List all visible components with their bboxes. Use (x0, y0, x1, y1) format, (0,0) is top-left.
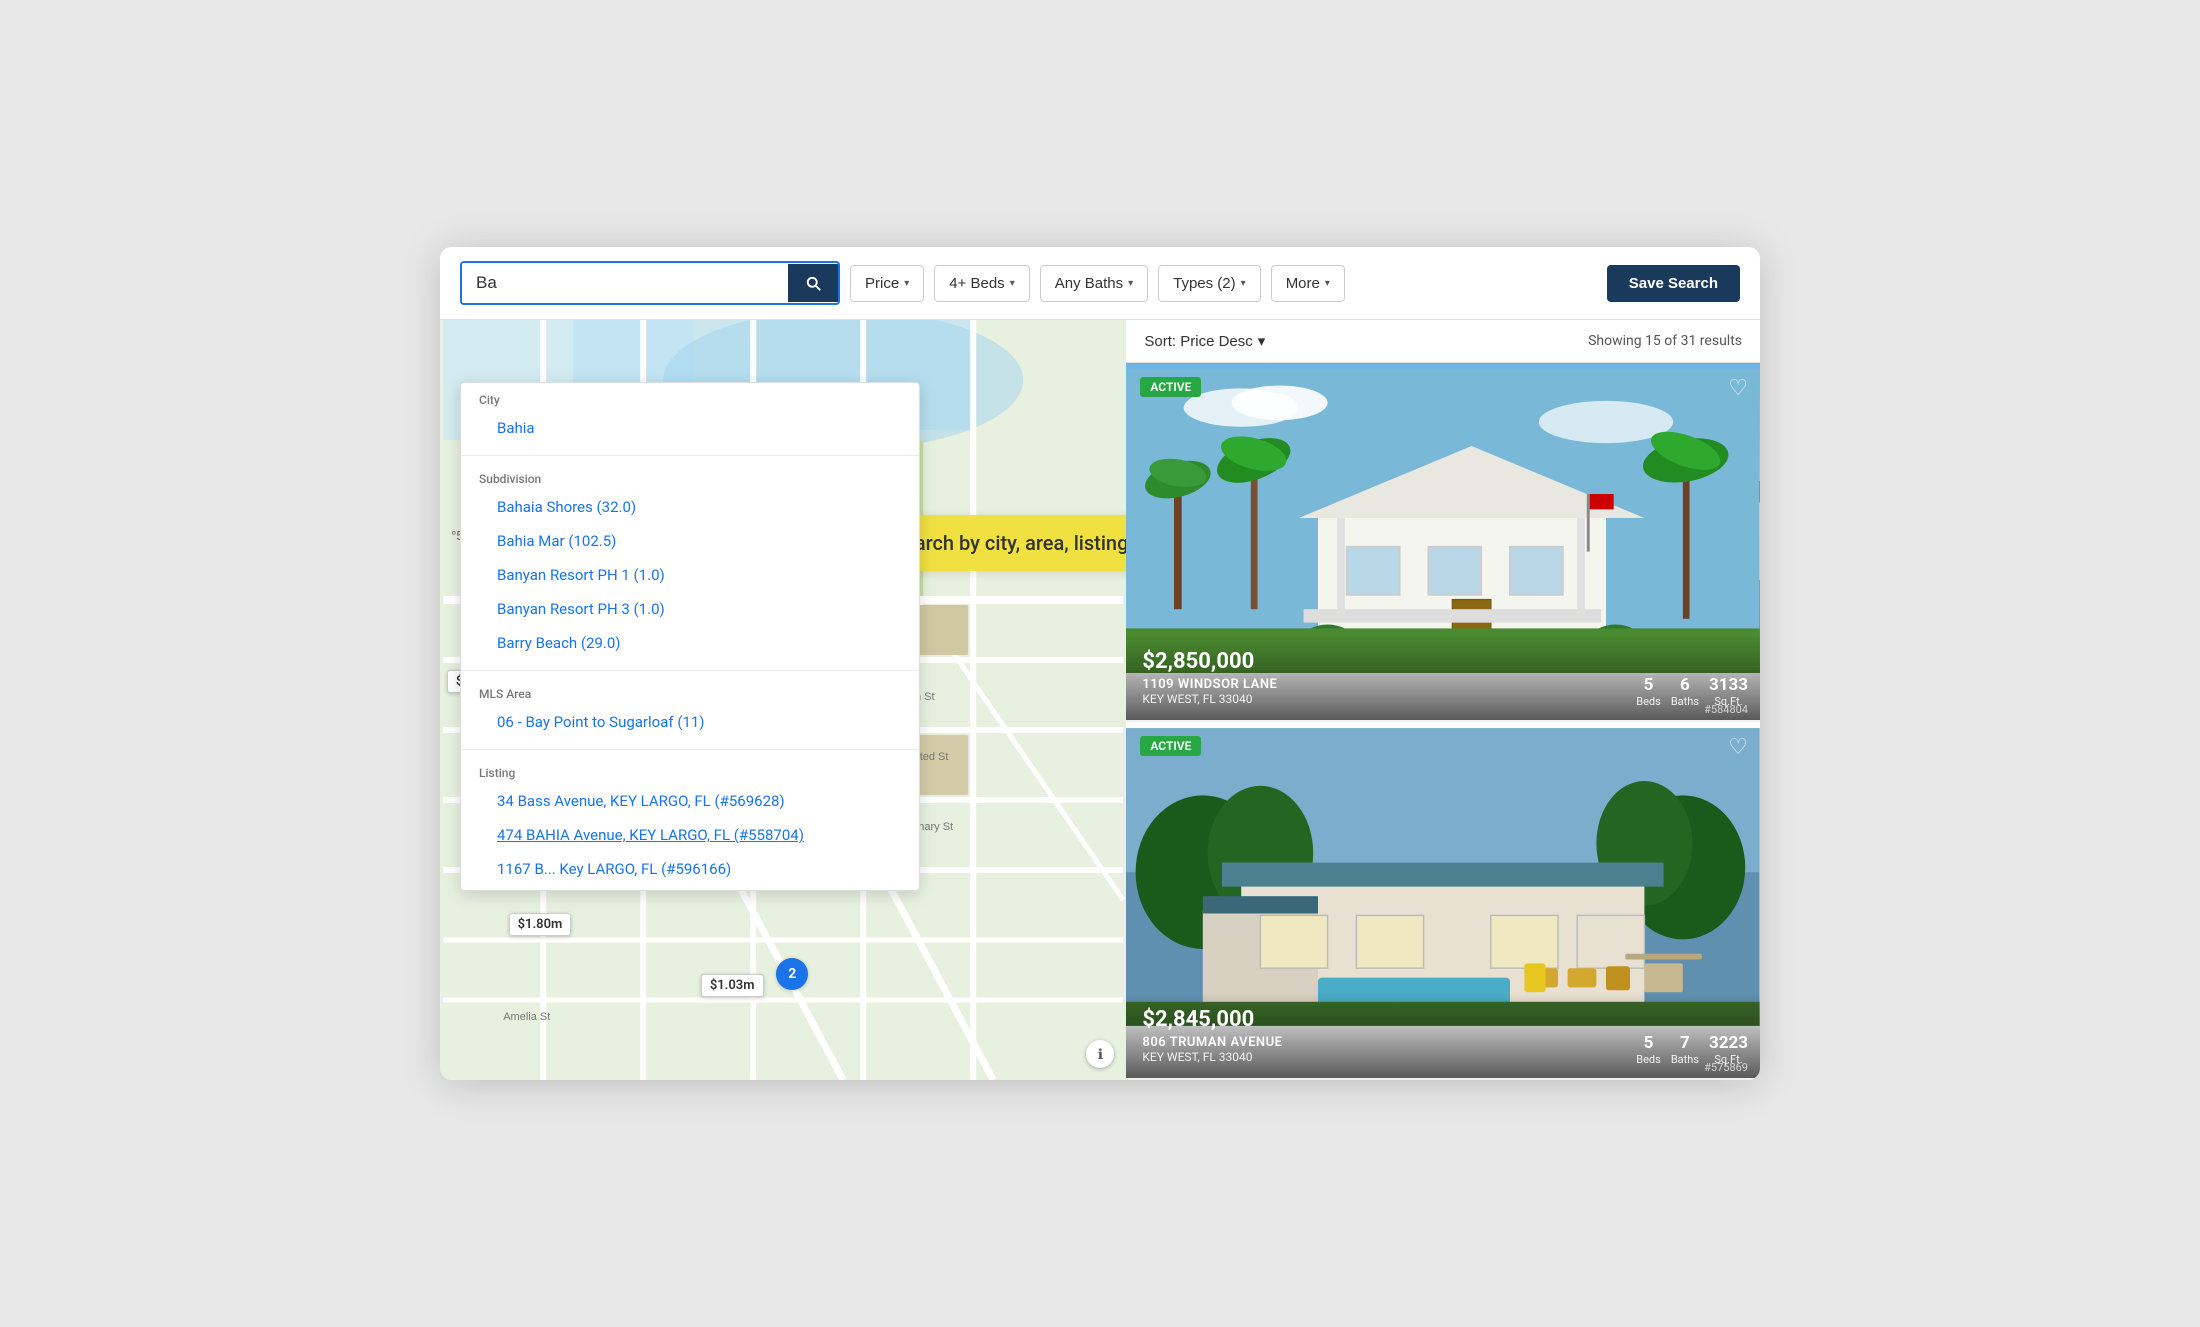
more-filter-label: More (1286, 275, 1320, 292)
divider-3 (461, 749, 919, 750)
beds-value-2: 5 (1636, 1035, 1661, 1052)
search-input[interactable] (462, 263, 788, 303)
subdivision-section-label: Subdivision (479, 472, 901, 486)
app-container: Price ▾ 4+ Beds ▾ Any Baths ▾ Types (2) … (440, 247, 1760, 1080)
beds-chevron-icon: ▾ (1010, 278, 1015, 289)
baths-chevron-icon: ▾ (1128, 278, 1133, 289)
autocomplete-item-bahaia-shores[interactable]: Bahaia Shores (32.0) (479, 490, 901, 524)
baths-stat-2: 7 Baths (1671, 1035, 1699, 1066)
price-filter-button[interactable]: Price ▾ (850, 265, 924, 302)
baths-stat-1: 6 Baths (1671, 677, 1699, 708)
listings-grid: ACTIVE ♡ $2,850,000 1109 WINDSOR LANE KE… (1126, 363, 1760, 1080)
price-filter-label: Price (865, 275, 899, 292)
baths-filter-button[interactable]: Any Baths ▾ (1040, 265, 1148, 302)
autocomplete-item-bahia-mar[interactable]: Bahia Mar (102.5) (479, 524, 901, 558)
autocomplete-item-474-bahia[interactable]: 474 BAHIA Avenue, KEY LARGO, FL (#558704… (479, 818, 901, 852)
listing-mls-1: #584804 (1704, 703, 1748, 716)
autocomplete-item-bahia[interactable]: Bahia (479, 411, 901, 445)
sqft-value-2: 3223 (1709, 1035, 1748, 1052)
beds-filter-label: 4+ Beds (949, 275, 1004, 292)
beds-filter-button[interactable]: 4+ Beds ▾ (934, 265, 1030, 302)
types-filter-label: Types (2) (1173, 275, 1236, 292)
listing-price-2: $2,845,000 (1142, 1007, 1744, 1032)
listing-section: Listing 34 Bass Avenue, KEY LARGO, FL (#… (461, 756, 919, 890)
listing-mls-2: #575869 (1704, 1061, 1748, 1074)
beds-stat-1: 5 Beds (1636, 677, 1661, 708)
favorite-button-1[interactable]: ♡ (1728, 375, 1748, 401)
listing-photo-2 (1126, 722, 1760, 1032)
autocomplete-item-1167[interactable]: 1167 B... Key LARGO, FL (#596166) (479, 852, 901, 886)
autocomplete-item-mls-06[interactable]: 06 - Bay Point to Sugarloaf (11) (479, 705, 901, 739)
subdivision-section: Subdivision Bahaia Shores (32.0) Bahia M… (461, 462, 919, 664)
city-section: City Bahia (461, 383, 919, 449)
listing-card-2[interactable]: ACTIVE ♡ $2,845,000 806 TRUMAN AVENUE KE… (1126, 722, 1760, 1081)
results-header: Sort: Price Desc ▾ Showing 15 of 31 resu… (1126, 320, 1760, 363)
search-icon (804, 274, 822, 292)
city-section-label: City (479, 393, 901, 407)
map-marker-103m[interactable]: $1.03m (701, 974, 764, 997)
active-badge-1: ACTIVE (1140, 377, 1201, 397)
autocomplete-item-banyan-ph1[interactable]: Banyan Resort PH 1 (1.0) (479, 558, 901, 592)
baths-value-1: 6 (1671, 677, 1699, 694)
autocomplete-dropdown: City Bahia Subdivision Bahaia Shores (32… (460, 382, 920, 891)
listing-photo-1 (1126, 363, 1760, 673)
sort-button[interactable]: Sort: Price Desc ▾ (1144, 332, 1265, 350)
beds-stat-2: 5 Beds (1636, 1035, 1661, 1066)
baths-label-2: Baths (1671, 1053, 1699, 1066)
beds-value-1: 5 (1636, 677, 1661, 694)
active-badge-2: ACTIVE (1140, 736, 1201, 756)
main-content: Horac Middle Duncan St United St Seminar… (440, 320, 1760, 1080)
results-panel: Sort: Price Desc ▾ Showing 15 of 31 resu… (1126, 320, 1760, 1080)
baths-value-2: 7 (1671, 1035, 1699, 1052)
baths-filter-label: Any Baths (1055, 275, 1123, 292)
favorite-button-2[interactable]: ♡ (1728, 734, 1748, 760)
svg-text:Amelia St: Amelia St (503, 1011, 550, 1023)
beds-label-2: Beds (1636, 1053, 1661, 1066)
more-chevron-icon: ▾ (1325, 278, 1330, 289)
divider-1 (461, 455, 919, 456)
mls-section: MLS Area 06 - Bay Point to Sugarloaf (11… (461, 677, 919, 743)
types-filter-button[interactable]: Types (2) ▾ (1158, 265, 1261, 302)
price-chevron-icon: ▾ (904, 278, 909, 289)
save-search-button[interactable]: Save Search (1607, 265, 1740, 302)
sort-label: Sort: Price Desc (1144, 333, 1252, 350)
listing-photo-svg-2 (1126, 722, 1760, 1032)
more-filter-button[interactable]: More ▾ (1271, 265, 1345, 302)
mls-section-label: MLS Area (479, 687, 901, 701)
listing-photo-svg-1 (1126, 363, 1760, 673)
divider-2 (461, 670, 919, 671)
baths-label-1: Baths (1671, 695, 1699, 708)
types-chevron-icon: ▾ (1241, 278, 1246, 289)
sort-chevron-icon: ▾ (1258, 332, 1266, 350)
autocomplete-item-banyan-ph3[interactable]: Banyan Resort PH 3 (1.0) (479, 592, 901, 626)
listing-card-1[interactable]: ACTIVE ♡ $2,850,000 1109 WINDSOR LANE KE… (1126, 363, 1760, 722)
header: Price ▾ 4+ Beds ▾ Any Baths ▾ Types (2) … (440, 247, 1760, 320)
map-area[interactable]: Horac Middle Duncan St United St Seminar… (440, 320, 1126, 1080)
sqft-value-1: 3133 (1709, 677, 1748, 694)
autocomplete-item-barry-beach[interactable]: Barry Beach (29.0) (479, 626, 901, 660)
map-marker-180m[interactable]: $1.80m (509, 913, 572, 936)
search-button[interactable] (788, 264, 838, 302)
search-wrapper (460, 261, 840, 305)
listing-section-label: Listing (479, 766, 901, 780)
results-count: Showing 15 of 31 results (1588, 333, 1742, 349)
beds-label-1: Beds (1636, 695, 1661, 708)
listing-price-1: $2,850,000 (1142, 649, 1744, 674)
autocomplete-item-34-bass[interactable]: 34 Bass Avenue, KEY LARGO, FL (#569628) (479, 784, 901, 818)
